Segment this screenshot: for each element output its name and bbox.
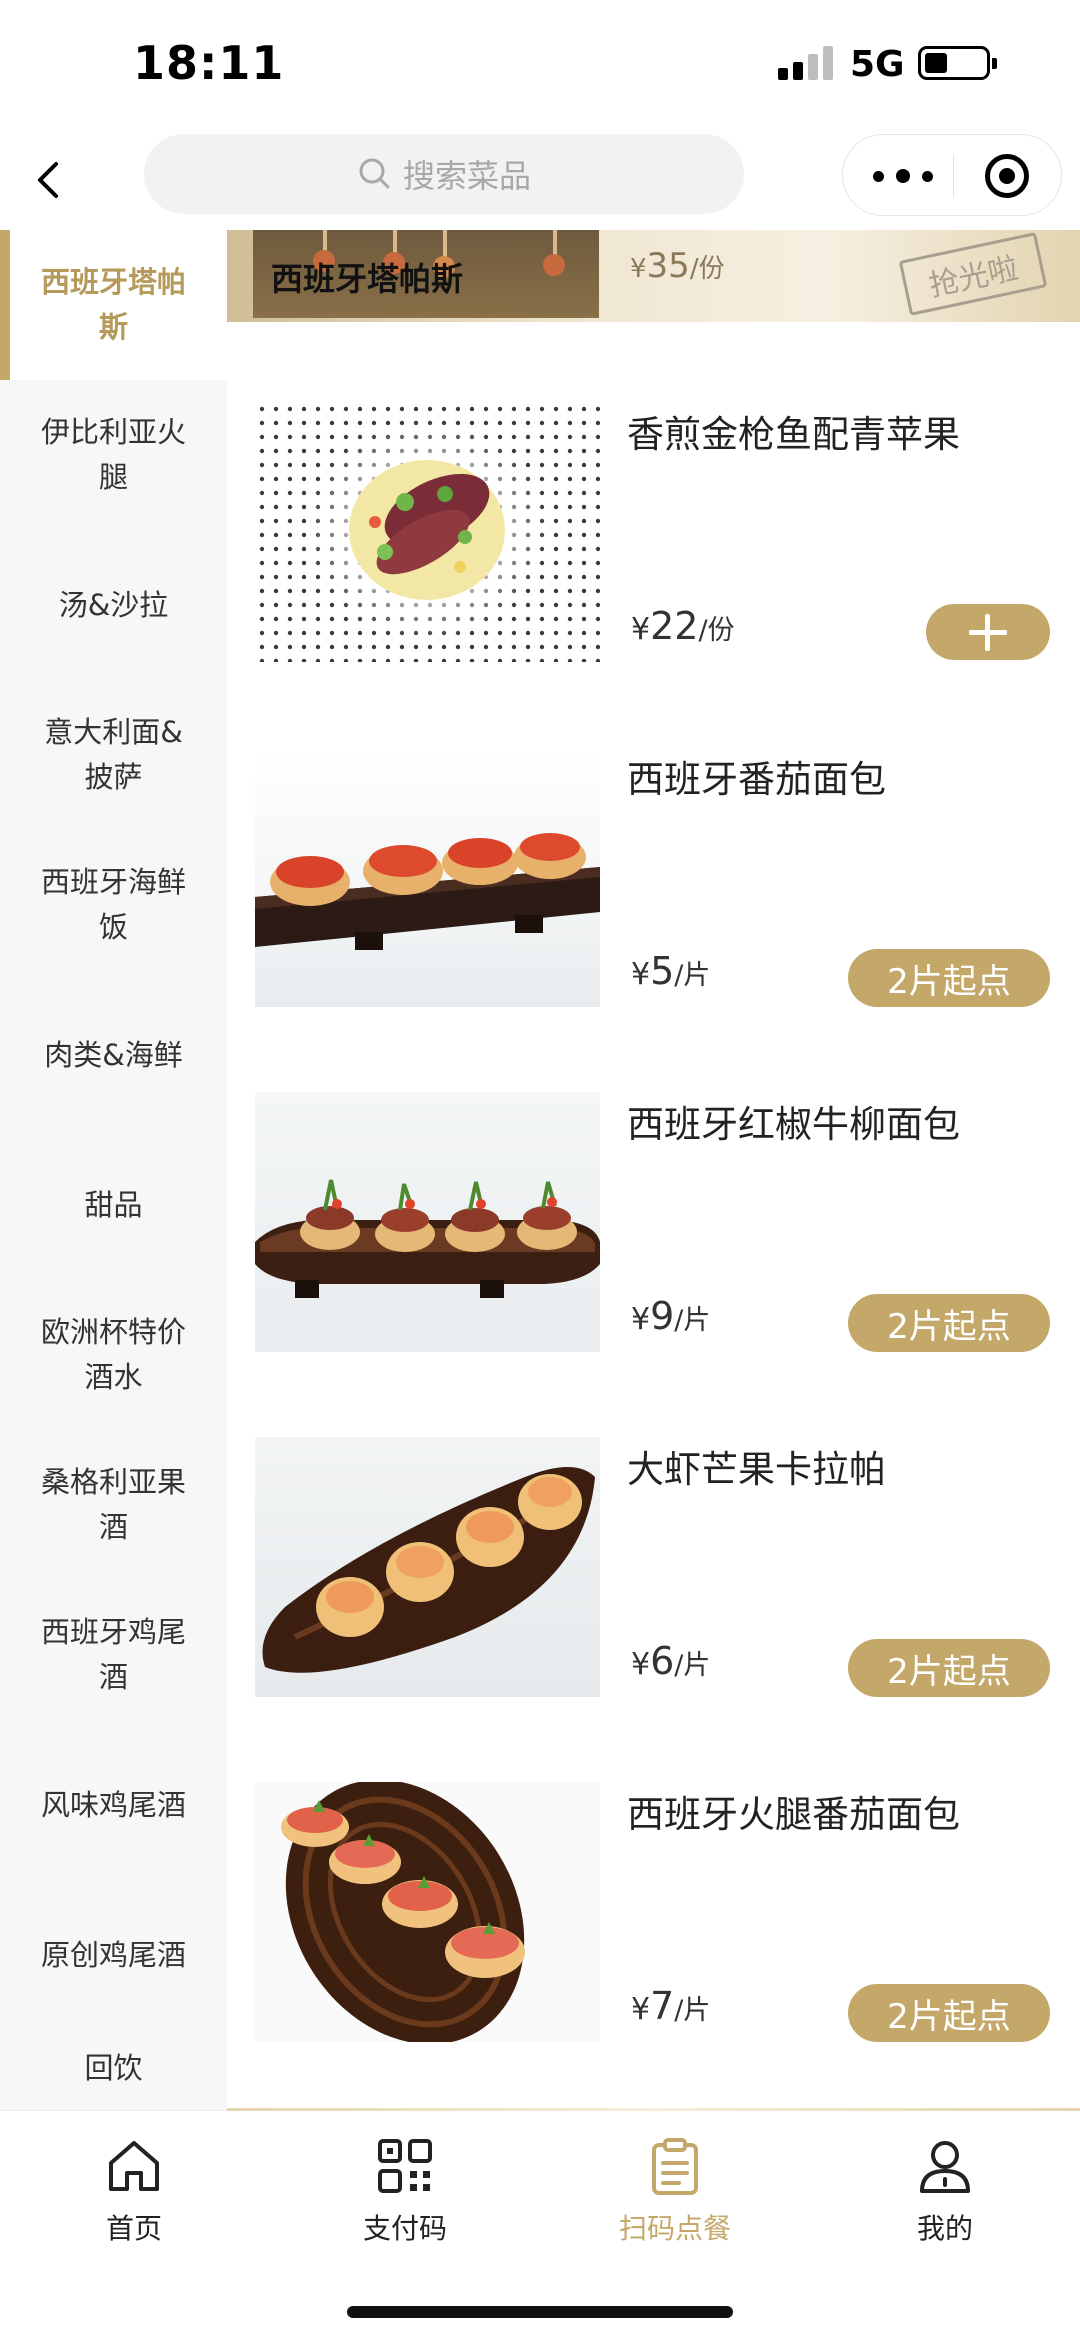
dish-price: ¥7/片: [631, 1984, 711, 2028]
category-item[interactable]: 风味鸡尾酒: [0, 1730, 227, 1880]
home-icon: [109, 2141, 159, 2191]
category-item[interactable]: 意大利面&披萨: [0, 680, 227, 830]
signal-icon: [778, 44, 834, 80]
minimum-order-button[interactable]: 2片起点: [848, 1294, 1050, 1352]
bottom-tab-bar: 首页 支付码 扫码点餐 我的: [0, 2108, 1080, 2337]
sold-out-stamp: 抢光啦: [898, 232, 1048, 316]
dish-name: 大虾芒果卡拉帕: [627, 1448, 886, 1491]
top-navigation: 搜索菜品: [0, 130, 1080, 230]
dish-card[interactable]: 西班牙番茄面包 ¥5/片 2片起点: [227, 747, 1080, 1007]
search-placeholder: 搜索菜品: [402, 157, 531, 195]
category-item[interactable]: 甜品: [0, 1130, 227, 1280]
qr-code-icon: [378, 2139, 432, 2193]
search-input[interactable]: 搜索菜品: [144, 134, 744, 214]
dish-image: [255, 1092, 600, 1352]
dish-image: [255, 747, 600, 1007]
close-miniprogram-icon[interactable]: [985, 154, 1029, 198]
dish-image: [255, 1437, 600, 1697]
home-indicator[interactable]: [347, 2306, 733, 2318]
category-item[interactable]: 回饮: [0, 2030, 227, 2110]
category-item[interactable]: 西班牙鸡尾酒: [0, 1580, 227, 1730]
dish-card[interactable]: 西班牙红椒牛柳面包 ¥9/片 2片起点: [227, 1092, 1080, 1352]
clipboard-icon: [652, 2138, 698, 2195]
user-icon: [920, 2141, 970, 2193]
dish-card[interactable]: 西班牙火腿番茄面包 ¥7/片 2片起点: [227, 1782, 1080, 2042]
battery-icon: [918, 46, 997, 80]
category-item[interactable]: 原创鸡尾酒: [0, 1880, 227, 2030]
category-item[interactable]: 西班牙海鲜饭: [0, 830, 227, 980]
category-sidebar: 西班牙塔帕斯 伊比利亚火腿 汤&沙拉 意大利面&披萨 西班牙海鲜饭 肉类&海鲜 …: [0, 230, 227, 2110]
category-item[interactable]: 伊比利亚火腿: [0, 380, 227, 530]
tab-mine[interactable]: 我的: [845, 2137, 1045, 2257]
dish-list: 西班牙塔帕斯 ¥35/份 抢光啦 香煎金枪鱼配青苹果 ¥22/份 西班牙番茄面包…: [227, 230, 1080, 2110]
minimum-order-button[interactable]: 2片起点: [848, 1984, 1050, 2042]
tab-payment-code[interactable]: 支付码: [305, 2137, 505, 2257]
dish-card[interactable]: 大虾芒果卡拉帕 ¥6/片 2片起点: [227, 1437, 1080, 1697]
minimum-order-button[interactable]: 2片起点: [848, 1639, 1050, 1697]
back-button[interactable]: [28, 158, 72, 202]
miniprogram-capsule: [842, 134, 1062, 216]
more-icon[interactable]: [873, 161, 933, 191]
dish-card[interactable]: 香煎金枪鱼配青苹果 ¥22/份: [227, 402, 1080, 662]
sold-out-banner[interactable]: 西班牙塔帕斯 ¥35/份 抢光啦: [227, 230, 1080, 322]
dish-name: 西班牙番茄面包: [627, 758, 886, 801]
add-to-cart-button[interactable]: [926, 604, 1050, 660]
network-type: 5G: [850, 44, 905, 85]
minimum-order-button[interactable]: 2片起点: [848, 949, 1050, 1007]
status-time: 18:11: [133, 36, 285, 90]
banner-title: 西班牙塔帕斯: [271, 260, 464, 298]
category-item[interactable]: 欧洲杯特价酒水: [0, 1280, 227, 1430]
dish-name: 西班牙红椒牛柳面包: [627, 1103, 960, 1146]
dish-name: 西班牙火腿番茄面包: [627, 1793, 960, 1836]
search-icon: [359, 158, 390, 189]
dish-price: ¥22/份: [631, 604, 735, 648]
status-bar: 18:11 5G: [0, 0, 1080, 130]
category-item[interactable]: 汤&沙拉: [0, 530, 227, 680]
tab-scan-order[interactable]: 扫码点餐: [575, 2137, 775, 2257]
category-item[interactable]: 桑格利亚果酒: [0, 1430, 227, 1580]
dish-price: ¥5/片: [631, 949, 711, 993]
dish-image: [255, 402, 600, 662]
dish-image: [255, 1782, 600, 2042]
dish-price: ¥6/片: [631, 1639, 711, 1683]
tab-home[interactable]: 首页: [34, 2137, 234, 2257]
dish-name: 香煎金枪鱼配青苹果: [627, 413, 960, 456]
category-item[interactable]: 西班牙塔帕斯: [0, 230, 227, 380]
chevron-left-icon: [38, 162, 58, 198]
category-item[interactable]: 肉类&海鲜: [0, 980, 227, 1130]
banner-price: ¥35/份: [630, 246, 725, 286]
dish-price: ¥9/片: [631, 1294, 711, 1338]
